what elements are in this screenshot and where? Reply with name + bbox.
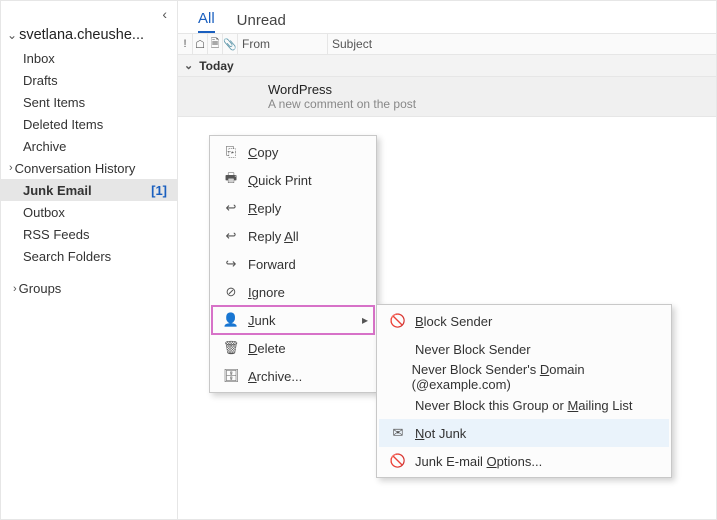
menu-item-label: Delete [248,341,286,356]
menu-item-junk[interactable]: 👤 Junk ▸ [212,306,374,334]
menu-item-reply[interactable]: ↩ Reply [212,194,374,222]
junk-icon: 👤 [220,312,242,328]
menu-item-quick-print[interactable]: 🖶 Quick Print [212,166,374,194]
forward-icon: ↪ [220,256,242,272]
submenu-item-label: Never Block Sender's Domain (@example.co… [412,362,645,392]
folder-inbox[interactable]: Inbox [1,47,177,69]
menu-item-forward[interactable]: ↪ Forward [212,250,374,278]
folder-search-folders[interactable]: Search Folders [1,245,177,267]
archive--icon: 🗄 [220,368,242,384]
junk-submenu[interactable]: 🚫 Block Sender Never Block Sender Never Blo… [376,304,672,478]
menu-item-label: Ignore [248,285,285,300]
block-sender-icon: 🚫 [387,313,409,329]
col-from[interactable]: From [238,34,328,54]
menu-item-label: Forward [248,257,296,272]
folder-label: Archive [23,139,167,154]
menu-item-label: Archive... [248,369,302,384]
submenu-item-junk-e-mail-options-[interactable]: 🚫 Junk E-mail Options... [379,447,669,475]
groups-node[interactable]: › Groups [1,273,177,299]
folder-label: RSS Feeds [23,227,167,242]
submenu-arrow-icon: ▸ [362,313,368,327]
folder-label: Junk Email [23,183,151,198]
menu-item-reply-all[interactable]: ↩ Reply All [212,222,374,250]
col-reminder-icon[interactable]: ☖ [193,34,208,54]
folder-sent-items[interactable]: Sent Items [1,91,177,113]
folder-outbox[interactable]: Outbox [1,201,177,223]
menu-item-label: Reply All [248,229,299,244]
submenu-item-label: Not Junk [415,426,466,441]
account-node[interactable]: ⌄ svetlana.cheushe... [1,23,177,47]
menu-item-ignore[interactable]: ⊘ Ignore [212,278,374,306]
folder-label: Deleted Items [23,117,167,132]
submenu-item-block-sender[interactable]: 🚫 Block Sender [379,307,669,335]
folder-label: Search Folders [23,249,167,264]
submenu-item-never-block-sender[interactable]: Never Block Sender [379,335,669,363]
quick-print-icon: 🖶 [220,169,242,191]
message-row[interactable]: WordPress A new comment on the post [178,77,716,117]
tab-all[interactable]: All [198,10,215,33]
column-headers: ! ☖ 🗎 📎 From Subject [178,33,716,55]
junk-e-mail-options--icon: 🚫 [387,453,409,469]
folder-sidebar: ‹ ⌄ svetlana.cheushe... Inbox Drafts Sent … [1,1,178,519]
folder-rss-feeds[interactable]: RSS Feeds [1,223,177,245]
submenu-item-never-block-this-group-or-mailing-list[interactable]: Never Block this Group or Mailing List [379,391,669,419]
col-importance-icon[interactable]: ! [178,34,193,54]
message-from: WordPress [268,82,708,97]
context-menu[interactable]: ⎘ Copy 🖶 Quick Print ↩ Reply ↩ Reply All ↪ Forwar… [209,135,377,393]
menu-item-label: Reply [248,201,281,216]
submenu-item-label: Junk E-mail Options... [415,454,542,469]
col-subject[interactable]: Subject [328,34,716,54]
folder-label: Conversation History [15,161,167,176]
folder-label: Sent Items [23,95,167,110]
group-header-label: Today [199,59,233,73]
submenu-item-not-junk[interactable]: ✉ Not Junk [379,419,669,447]
reply-icon: ↩ [220,200,242,216]
tab-unread[interactable]: Unread [237,12,286,33]
menu-item-label: Copy [248,145,278,160]
col-icon-icon[interactable]: 🗎 [208,34,223,54]
submenu-item-never-block-sender-s-domain-example-com-[interactable]: Never Block Sender's Domain (@example.co… [379,363,669,391]
folder-drafts[interactable]: Drafts [1,69,177,91]
not-junk-icon: ✉ [387,425,409,441]
folder-label: Drafts [23,73,167,88]
chevron-right-icon: › [9,162,13,174]
collapse-sidebar-icon[interactable]: ‹ [158,5,171,23]
ignore-icon: ⊘ [220,284,242,300]
folder-deleted-items[interactable]: Deleted Items [1,113,177,135]
chevron-down-icon: ⌄ [7,28,17,42]
account-name: svetlana.cheushe... [19,27,169,43]
folder-unread-count: [1] [151,183,167,198]
folder-junk-email[interactable]: Junk Email[1] [1,179,177,201]
delete-icon: 🗑 [220,340,242,356]
submenu-item-label: Block Sender [415,314,492,329]
menu-item-archive-[interactable]: 🗄 Archive... [212,362,374,390]
folder-archive[interactable]: Archive [1,135,177,157]
menu-item-label: Junk [248,313,275,328]
menu-item-label: Quick Print [248,173,312,188]
copy-icon: ⎘ [220,144,242,160]
folder-conversation-history[interactable]: ›Conversation History [1,157,177,179]
submenu-item-label: Never Block this Group or Mailing List [415,398,633,413]
folder-label: Inbox [23,51,167,66]
menu-item-delete[interactable]: 🗑 Delete [212,334,374,362]
chevron-right-icon: › [13,283,17,295]
groups-label: Groups [19,281,62,296]
group-header-today[interactable]: ⌄ Today [178,55,716,77]
chevron-down-icon: ⌄ [184,59,193,72]
col-attachment-icon[interactable]: 📎 [223,34,238,54]
message-preview: A new comment on the post [268,97,708,111]
menu-item-copy[interactable]: ⎘ Copy [212,138,374,166]
reply-all-icon: ↩ [220,228,242,244]
folder-label: Outbox [23,205,167,220]
filter-tabs: All Unread [178,1,716,33]
submenu-item-label: Never Block Sender [415,342,531,357]
